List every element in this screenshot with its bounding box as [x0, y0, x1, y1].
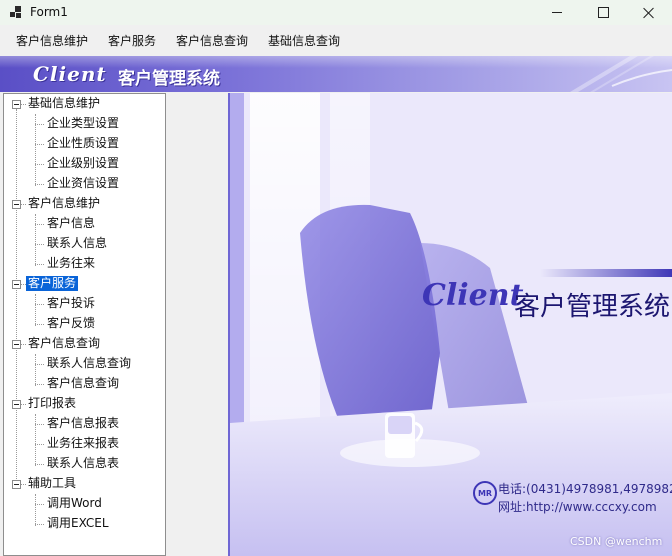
tree-node-label: 企业级别设置 — [47, 156, 120, 170]
tree-node-label: 企业资信设置 — [47, 176, 120, 190]
tree-node-customer-info[interactable]: 客户信息 — [4, 214, 164, 234]
watermark: CSDN @wenchm — [570, 535, 663, 548]
tree-node-label: 联系人信息 — [47, 236, 108, 250]
banner-stripes-decoration — [570, 56, 672, 92]
banner-logo-text: Client — [33, 62, 107, 86]
tree-node-label: 客户反馈 — [47, 316, 96, 330]
tree-node-customer-info-report[interactable]: 客户信息报表 — [4, 414, 164, 434]
tree-node-label: 客户信息 — [47, 216, 96, 230]
tree-node-customer-info-maintenance[interactable]: 客户信息维护 — [4, 194, 164, 214]
contact-phone: 电话:(0431)4978981,4978982 — [498, 482, 672, 496]
navigation-tree[interactable]: 基础信息维护 企业类型设置 企业性质设置 企业级别设置 企业资信设置 客户信息维… — [3, 93, 166, 556]
tree-node-label: 业务往来报表 — [47, 436, 120, 450]
tree-node-label: 客户服务 — [24, 275, 80, 292]
tree-node-contact-info-report[interactable]: 联系人信息表 — [4, 454, 164, 474]
tree-node-call-word[interactable]: 调用Word — [4, 494, 164, 514]
mr-logo: MR — [473, 481, 497, 505]
tree-node-basic-info-maintenance[interactable]: 基础信息维护 — [4, 94, 164, 114]
maximize-icon — [597, 7, 609, 18]
splash-accent-bar — [540, 269, 672, 277]
menu-customer-info-maintenance[interactable]: 客户信息维护 — [16, 32, 88, 49]
tree-node-contact-info[interactable]: 联系人信息 — [4, 234, 164, 254]
minimize-icon — [552, 12, 562, 13]
mdi-gutter — [166, 93, 226, 556]
tree-node-label: 打印报表 — [28, 396, 77, 410]
menu-basic-info-query[interactable]: 基础信息查询 — [268, 32, 340, 49]
tree-node-enterprise-credit-settings[interactable]: 企业资信设置 — [4, 174, 164, 194]
tree-node-customer-service[interactable]: 客户服务 — [4, 274, 164, 294]
tree-node-label: 客户信息查询 — [28, 336, 101, 350]
tree-node-label: 调用Word — [47, 496, 102, 510]
banner-logo-subtitle: 客户管理系统 — [118, 69, 220, 89]
collapse-icon[interactable] — [12, 400, 21, 409]
close-button[interactable] — [626, 0, 672, 25]
maximize-button[interactable] — [580, 0, 626, 25]
close-icon — [643, 7, 655, 19]
header-banner: Client 客户管理系统 — [0, 56, 672, 92]
tree-node-auxiliary-tools[interactable]: 辅助工具 — [4, 474, 164, 494]
tree-node-label: 基础信息维护 — [28, 96, 101, 110]
tree-node-contact-info-query[interactable]: 联系人信息查询 — [4, 354, 164, 374]
collapse-icon[interactable] — [12, 340, 21, 349]
menu-customer-info-query[interactable]: 客户信息查询 — [176, 32, 248, 49]
tree-node-label: 企业性质设置 — [47, 136, 120, 150]
tree-node-label: 辅助工具 — [28, 476, 77, 490]
tree-node-label: 企业类型设置 — [47, 116, 120, 130]
tree-node-label: 联系人信息表 — [47, 456, 120, 470]
app-icon — [10, 6, 22, 18]
collapse-icon[interactable] — [12, 200, 21, 209]
collapse-icon[interactable] — [12, 480, 21, 489]
tree-node-label: 客户投诉 — [47, 296, 96, 310]
tree-node-label: 客户信息维护 — [28, 196, 101, 210]
splash-title-cn: 客户管理系统 — [514, 292, 671, 322]
splash-image: Client 客户管理系统 MR 电话:(0431)4978981,497898… — [228, 93, 672, 556]
tree-node-business-dealings-report[interactable]: 业务往来报表 — [4, 434, 164, 454]
window-title: Form1 — [30, 5, 68, 19]
collapse-icon[interactable] — [12, 100, 21, 109]
tree-node-call-excel[interactable]: 调用EXCEL — [4, 514, 164, 534]
tree-node-customer-feedback[interactable]: 客户反馈 — [4, 314, 164, 334]
tree-node-label: 客户信息报表 — [47, 416, 120, 430]
menu-bar: 客户信息维护 客户服务 客户信息查询 基础信息查询 — [0, 28, 352, 54]
splash-title-en: Client — [422, 278, 524, 313]
tree-node-business-dealings[interactable]: 业务往来 — [4, 254, 164, 274]
tree-node-label: 客户信息查询 — [47, 376, 120, 390]
tree-node-customer-info-query[interactable]: 客户信息查询 — [4, 334, 164, 354]
tree-node-customer-complaints[interactable]: 客户投诉 — [4, 294, 164, 314]
collapse-icon[interactable] — [12, 280, 21, 289]
tree-node-customer-info-query-item[interactable]: 客户信息查询 — [4, 374, 164, 394]
tree-node-label: 联系人信息查询 — [47, 356, 132, 370]
tree-node-enterprise-level-settings[interactable]: 企业级别设置 — [4, 154, 164, 174]
tree-node-label: 业务往来 — [47, 256, 96, 270]
tree-node-enterprise-nature-settings[interactable]: 企业性质设置 — [4, 134, 164, 154]
menu-customer-service[interactable]: 客户服务 — [108, 32, 156, 49]
tree-node-print-reports[interactable]: 打印报表 — [4, 394, 164, 414]
tree-node-enterprise-type-settings[interactable]: 企业类型设置 — [4, 114, 164, 134]
tree-node-label: 调用EXCEL — [47, 516, 109, 530]
minimize-button[interactable] — [534, 0, 580, 25]
contact-website: 网址:http://www.cccxy.com — [498, 500, 657, 514]
title-bar: Form1 — [0, 0, 672, 25]
